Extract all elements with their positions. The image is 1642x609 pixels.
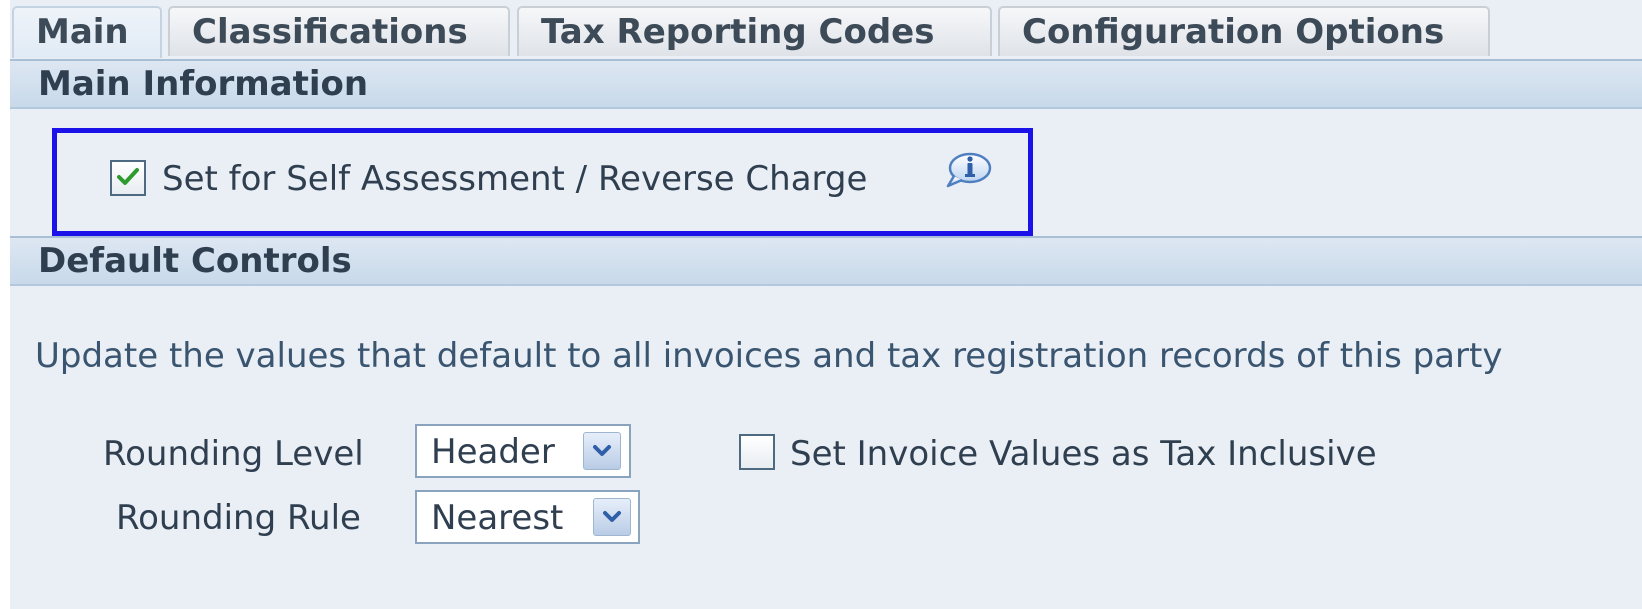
tab-classifications[interactable]: Classifications [168,6,510,56]
info-icon[interactable] [944,150,994,190]
rounding-level-dropdown-button[interactable] [583,432,621,470]
tax-inclusive-label: Set Invoice Values as Tax Inclusive [790,434,1377,474]
tab-bar: Main Classifications Tax Reporting Codes… [10,6,1642,58]
rounding-level-label: Rounding Level [103,434,364,474]
rounding-rule-select[interactable]: Nearest [415,490,640,544]
chevron-down-icon [593,445,611,456]
tab-tax-reporting-codes[interactable]: Tax Reporting Codes [517,6,992,56]
tab-main[interactable]: Main [12,6,162,58]
rounding-rule-value: Nearest [431,498,564,538]
tab-configuration-options[interactable]: Configuration Options [998,6,1490,56]
chevron-down-icon [603,511,621,522]
rounding-level-value: Header [431,432,555,472]
default-controls-description: Update the values that default to all in… [35,336,1503,376]
checkmark-icon [117,168,139,185]
rounding-rule-label: Rounding Rule [116,498,361,538]
rounding-rule-dropdown-button[interactable] [593,498,631,536]
tax-inclusive-checkbox[interactable] [739,434,775,470]
self-assessment-checkbox[interactable] [110,160,146,196]
self-assessment-label: Set for Self Assessment / Reverse Charge [162,159,868,199]
tax-profile-page: Main Classifications Tax Reporting Codes… [10,0,1642,609]
default-controls-header: Default Controls [10,236,1642,286]
main-information-header: Main Information [10,59,1642,109]
rounding-level-select[interactable]: Header [415,424,631,478]
